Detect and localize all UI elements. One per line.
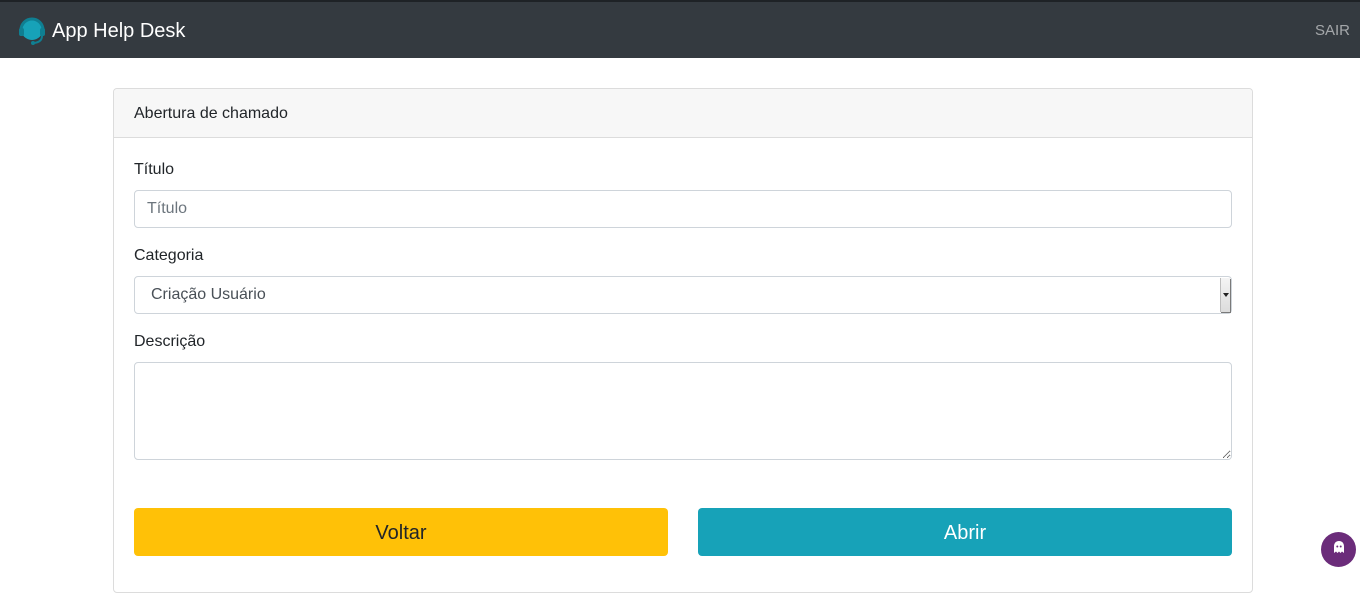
categoria-selected-value: Criação Usuário: [151, 286, 266, 303]
logout-link[interactable]: SAIR: [1315, 22, 1350, 40]
descricao-label: Descrição: [134, 333, 206, 350]
brand-text: App Help Desk: [52, 20, 186, 42]
headset-icon: [17, 16, 47, 46]
ghost-icon: [1332, 540, 1346, 560]
descricao-textarea[interactable]: [134, 362, 1232, 460]
navbar: App Help Desk SAIR: [0, 0, 1360, 58]
titulo-label: Título: [134, 161, 175, 178]
floating-widget-button[interactable]: [1321, 532, 1356, 567]
chevron-down-icon[interactable]: [1220, 278, 1230, 312]
voltar-button[interactable]: Voltar: [134, 508, 668, 556]
abrir-button[interactable]: Abrir: [698, 508, 1232, 556]
titulo-input[interactable]: [134, 190, 1232, 228]
brand-link[interactable]: App Help Desk: [17, 15, 185, 47]
categoria-label: Categoria: [134, 247, 204, 264]
card-header-title: Abertura de chamado: [114, 89, 1252, 138]
ticket-form-card: Abertura de chamado Título Categoria Cri…: [113, 88, 1253, 593]
categoria-select[interactable]: Criação Usuário: [134, 276, 1232, 314]
